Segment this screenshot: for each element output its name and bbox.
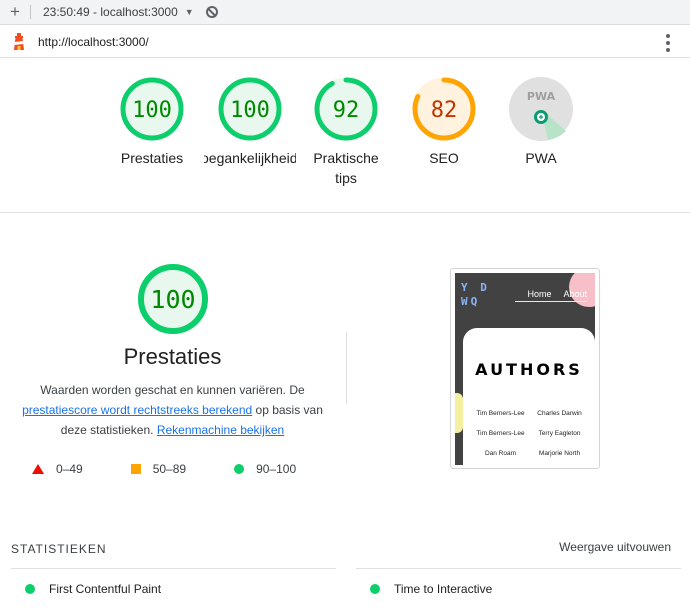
gauge-performance[interactable]: 100 Prestaties [102,76,202,168]
authors-heading: AUTHORS [475,360,583,379]
pwa-badge-icon: PWA [509,77,573,141]
square-icon [130,464,141,474]
gauge-label: Toegankelijkheid [204,150,296,166]
calculator-link[interactable]: Rekenmachine bekijken [157,423,284,437]
site-logo: Y D WQ [461,281,490,308]
report-timestamp: 23:50:49 - localhost:3000 [43,5,178,19]
gauge-label: Praktische tips [313,150,379,186]
pwa-text: PWA [527,90,556,103]
score-ring: 92 [314,77,378,141]
desc-text: deze statistieken. [60,423,154,437]
circle-icon [25,583,35,594]
gauge-score: 92 [333,98,360,123]
report-url: http://localhost:3000/ [38,34,149,49]
gauge-label: PWA [525,150,557,166]
legend-average: 50–89 [130,462,187,476]
metric-item: First Contentful Paint [11,568,336,608]
category-gauges: 100 Prestaties 100 Toegankelijkheid 92 P… [0,58,690,213]
decorative-blob [455,393,463,433]
author-name: Dan Roam [484,450,517,457]
divider [30,5,31,19]
metric-label: First Contentful Paint [49,581,162,596]
nav-underline [515,301,587,302]
legend-fail: 0–49 [32,462,83,476]
nav-about: About [563,289,587,299]
legend-pass: 90–100 [234,462,296,476]
lighthouse-icon [0,32,38,51]
expand-view-toggle[interactable]: Weergave uitvouwen [559,540,671,554]
nav-home: Home [527,289,552,299]
circle-icon [234,464,245,474]
chevron-down-icon[interactable]: ▼ [185,7,194,17]
summary-title: Prestaties [123,344,222,369]
authors-grid: Tim Berners-Lee Charles Darwin Tim Berne… [471,410,589,457]
gauge-score: 82 [431,98,458,123]
score-ring: 100 [218,77,282,141]
gauge-label: Prestaties [120,150,184,166]
author-name: Tim Berners-Lee [476,430,525,437]
report-url-bar: http://localhost:3000/ [0,26,690,58]
author-name: Tim Berners-Lee [476,410,525,417]
legend-range: 50–89 [152,462,187,476]
authors-card: AUTHORS Tim Berners-Lee Charles Darwin T… [463,328,595,465]
author-name: Marjorie North [538,450,581,457]
metric-item: Time to Interactive [356,568,681,608]
gauge-accessibility[interactable]: 100 Toegankelijkheid [200,76,300,168]
gauge-pwa[interactable]: PWA PWA [491,76,591,168]
new-tab-icon[interactable]: + [0,2,30,22]
gauge-score: 100 [230,98,270,123]
score-legend: 0–49 50–89 90–100 [32,462,344,476]
summary-score: 100 [150,285,195,314]
metric-label: Time to Interactive [394,581,493,596]
gauge-label: SEO [429,150,459,166]
gauge-score: 100 [132,98,172,123]
statistics-header: STATISTIEKEN Weergave uitvouwen [11,540,671,558]
block-icon[interactable] [205,6,218,18]
circle-icon [370,583,380,594]
final-screenshot[interactable]: Y D WQ Home About AUTHORS Tim Berners-Le… [450,268,600,469]
browser-tab-bar: + 23:50:49 - localhost:3000 ▼ [0,0,690,25]
desc-text: Waarden worden geschat en kunnen variëre… [40,383,305,397]
score-ring: 100 [120,77,184,141]
statistics-heading: STATISTIEKEN [11,542,107,556]
author-name: Charles Darwin [537,410,582,417]
gauge-best-practices[interactable]: 92 Praktische tips [296,76,396,188]
gauge-seo[interactable]: 82 SEO [394,76,494,168]
score-ring: 100 [137,264,208,334]
score-ring: 82 [412,77,476,141]
summary-description: Waarden worden geschat en kunnen variëre… [0,380,345,440]
author-name: Terry Eagleton [538,430,581,437]
desc-text: op basis van [255,403,323,417]
score-calculation-link[interactable]: prestatiescore wordt rechtstreeks bereke… [22,403,252,417]
divider [346,332,347,404]
legend-range: 0–49 [56,462,83,476]
more-options-icon[interactable] [666,34,670,52]
triangle-icon [32,464,44,474]
legend-range: 90–100 [256,462,297,476]
site-nav: Home About [527,289,587,299]
performance-summary: 100 Prestaties Waarden worden geschat en… [0,214,345,514]
page-preview: Y D WQ Home About AUTHORS Tim Berners-Le… [455,273,595,465]
